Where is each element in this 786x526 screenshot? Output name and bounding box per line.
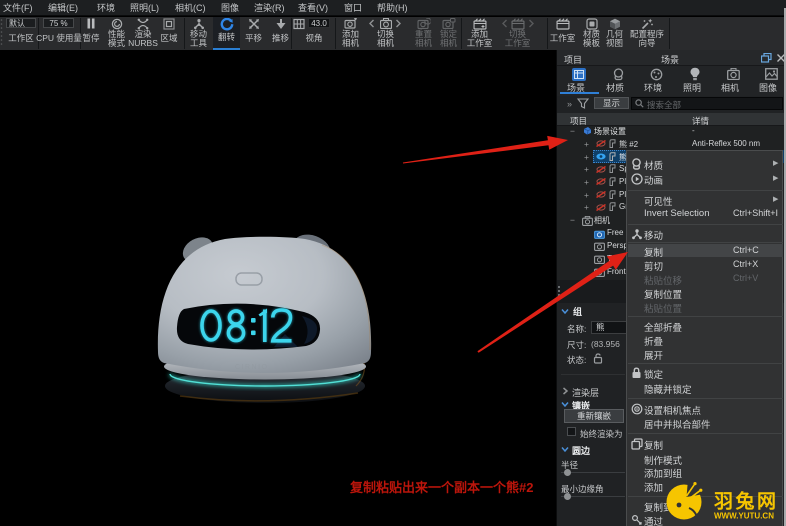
svg-text:CIRNIO: CIRNIO <box>235 364 269 371</box>
svg-text:WWW.YUTU.CN: WWW.YUTU.CN <box>714 512 774 521</box>
svg-text:羽兔网: 羽兔网 <box>714 490 779 513</box>
